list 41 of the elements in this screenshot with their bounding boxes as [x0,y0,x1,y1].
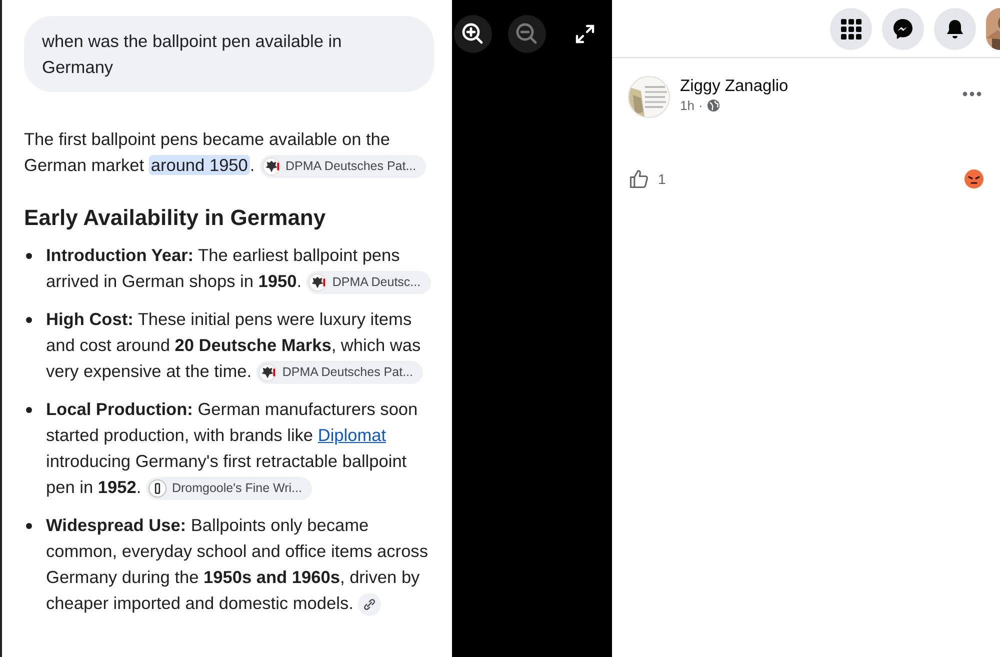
bullet-icon [26,523,32,529]
zoom-in-icon [461,22,485,46]
zoom-out-icon [515,22,539,46]
bracket-icon [148,478,167,498]
expand-icon [574,23,596,45]
grid-icon [840,18,862,40]
diplomat-link[interactable]: Diplomat [318,425,386,445]
zoom-in-button[interactable] [454,15,492,53]
author-name[interactable]: Ziggy Zanaglio [680,76,788,96]
section-heading: Early Availability in Germany [24,204,327,232]
bullet-text: Widespread Use: Ballpoints only became common, everyday school and office items across Germany during the 1950s and 1960s, driven by cheaper imported and domestic models. [46,512,436,616]
like-count: 1 [658,170,666,188]
profile-avatar[interactable] [986,8,1000,50]
angry-emoji-icon[interactable] [964,169,984,189]
source-chip[interactable]: DPMA Deutsc... [306,270,431,294]
bullet-text: Introduction Year: The earliest ballpoint pens arrived in German shops in 1950. DPMA Deutsc... [46,242,436,294]
bell-icon [944,18,966,40]
messenger-button[interactable] [882,8,924,50]
answer-paragraph: The first ballpoint pens became available on the German market around 1950. DPMA Deutsches Pat... [24,126,436,178]
more-icon [962,90,982,97]
eagle-icon [262,156,281,176]
bullet-text: High Cost: These initial pens were luxury items and cost around 20 Deutsche Marks, which was very expensive at the time. DPMA Deutsches Pat... [46,306,436,384]
eagle-icon [308,272,328,292]
question-bubble: when was the ballpoint pen available in Germany [24,16,434,92]
messenger-icon [891,16,915,40]
author-avatar[interactable] [628,76,670,118]
bullet-icon [26,253,32,259]
bullet-icon [26,317,32,323]
bullet-text: Local Production: German manufacturers soon started production, with brands like Diplomat introducing Germany's first retractable ballpoint pen in 1952. Dromgoole's Fine Wri... [46,396,436,500]
globe-icon [706,99,720,112]
bullet-icon [26,407,32,413]
source-chip[interactable]: DPMA Deutsches Pat... [256,360,423,384]
source-chip[interactable]: DPMA Deutsches Pat... [260,154,426,178]
separator: · [698,97,703,115]
menu-button[interactable] [830,8,872,50]
post-time[interactable]: 1h [680,96,694,116]
notifications-button[interactable] [934,8,976,50]
eagle-icon [258,362,278,382]
source-chip[interactable]: Dromgoole's Fine Wri... [146,476,312,500]
source-link-button[interactable] [358,592,382,616]
like-icon[interactable] [628,168,650,190]
